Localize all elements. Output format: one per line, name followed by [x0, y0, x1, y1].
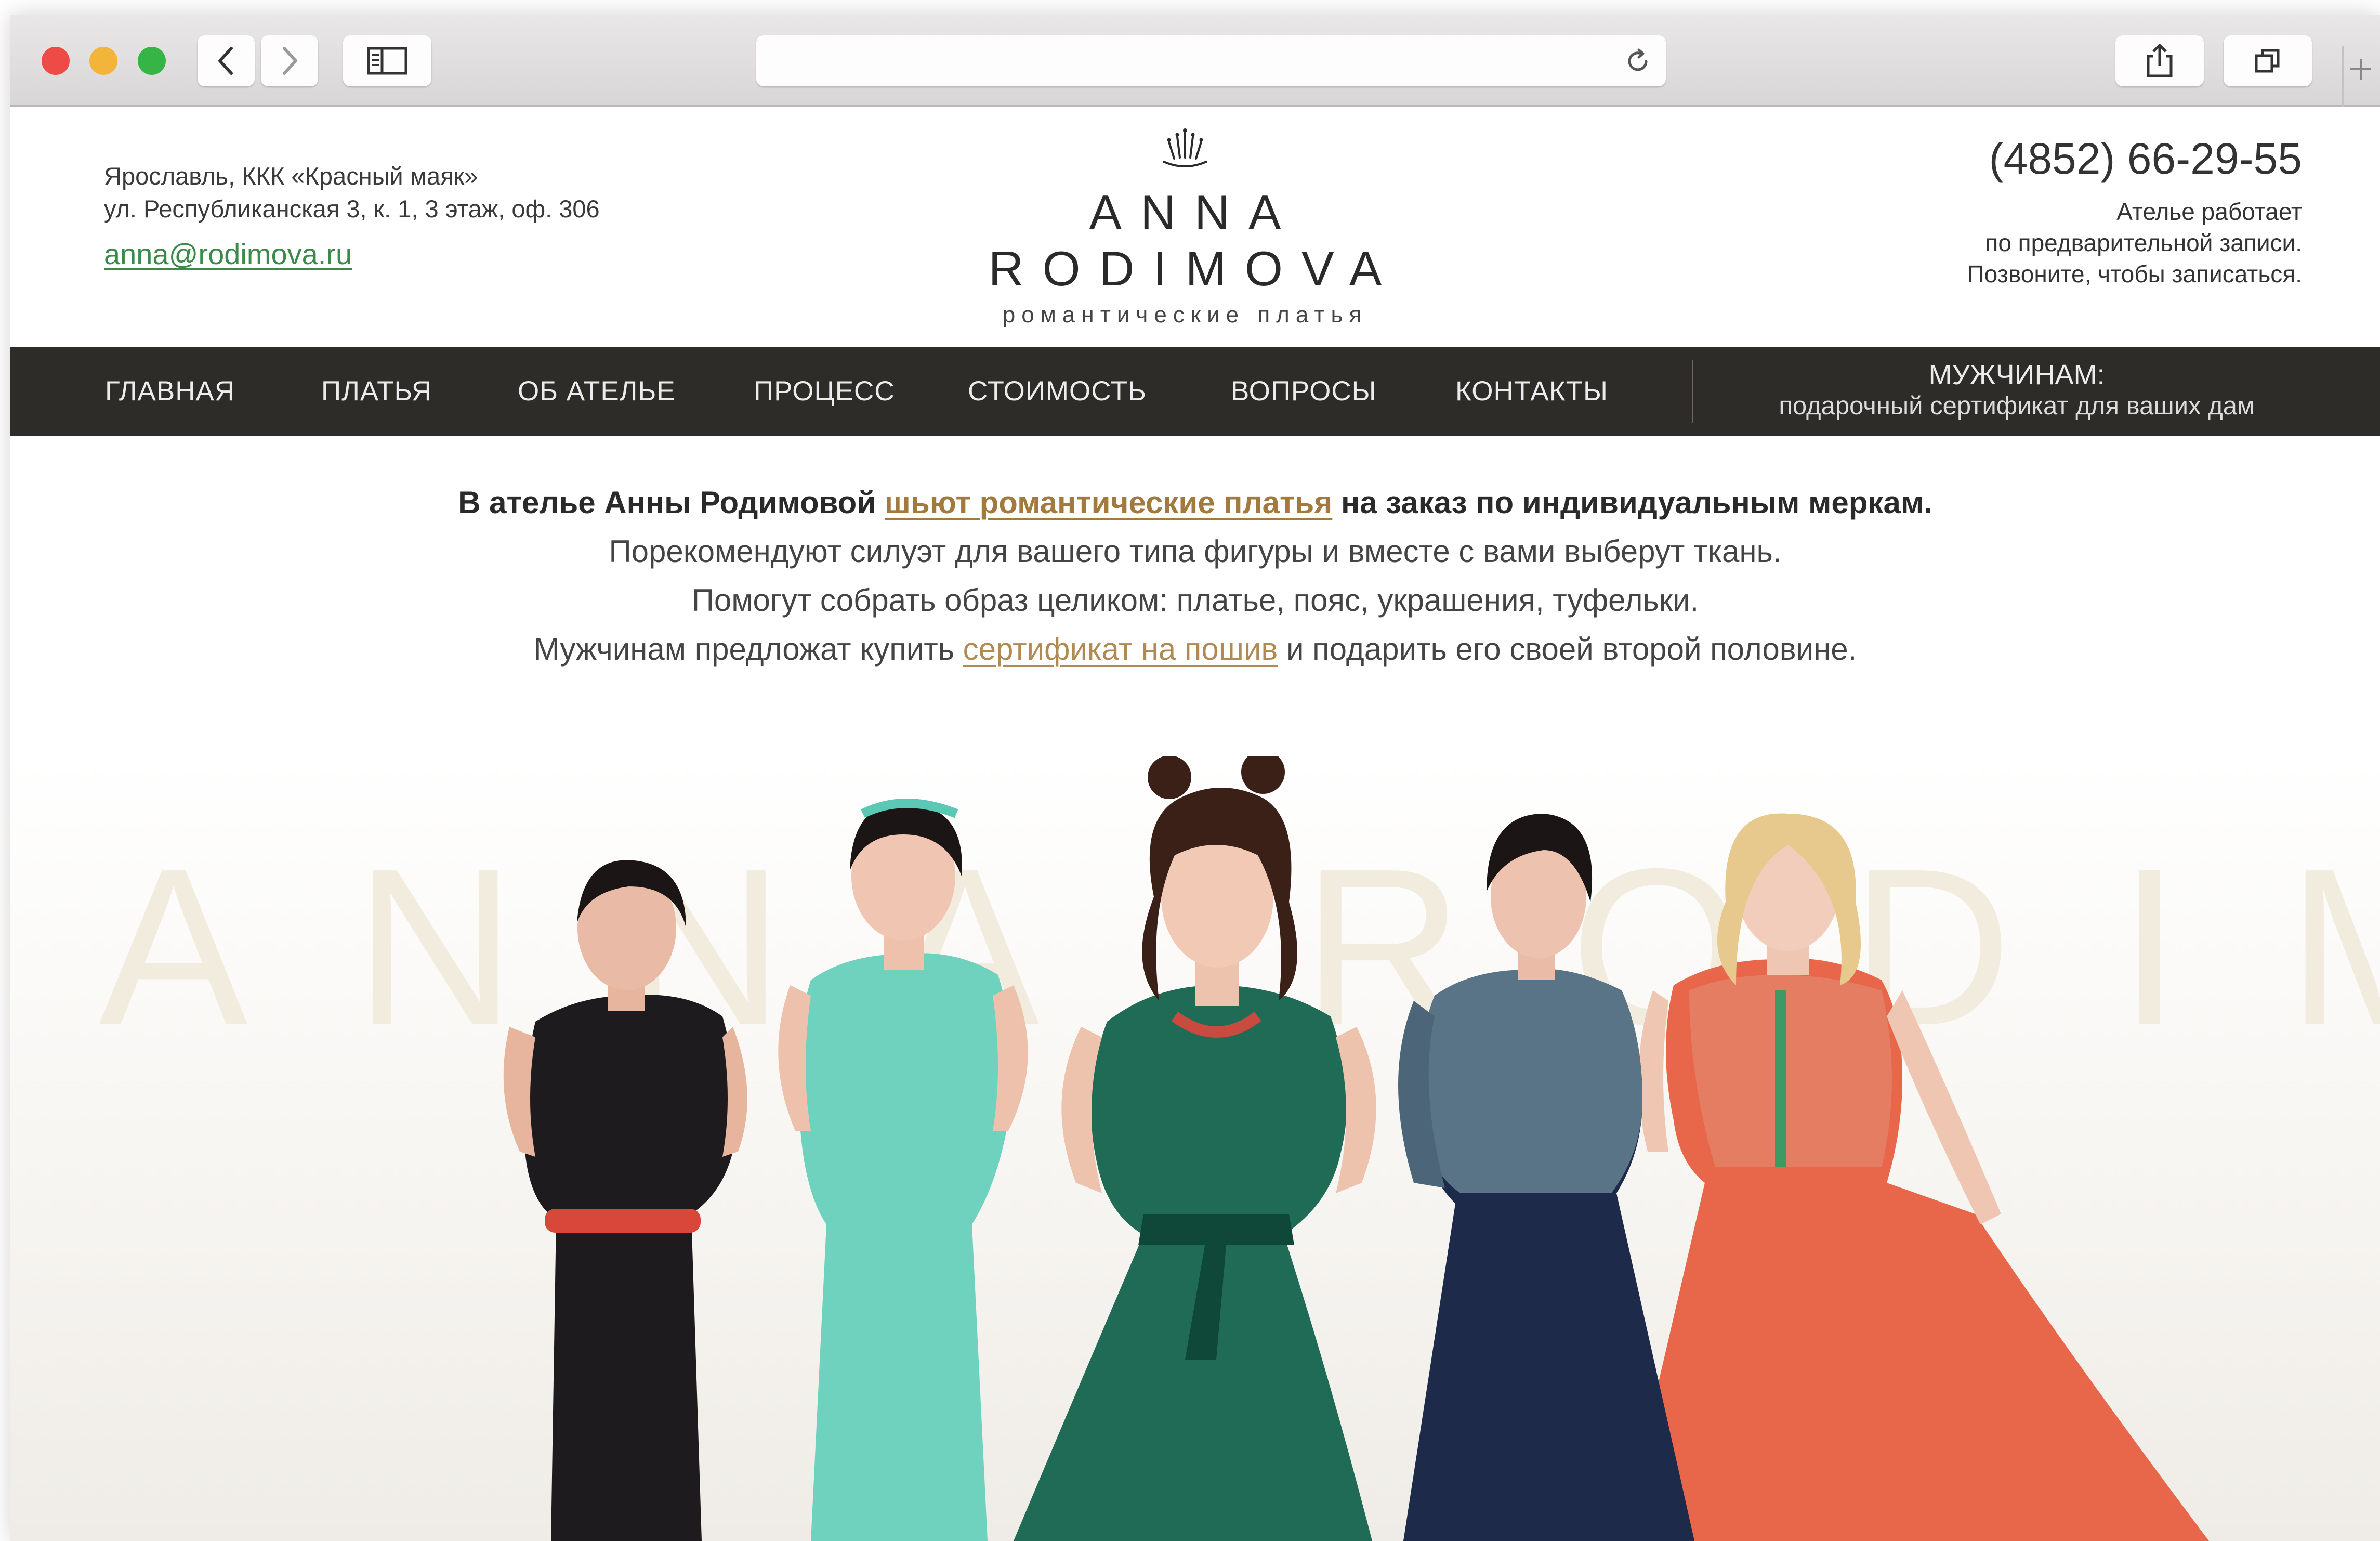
address-line-2: ул. Республиканская 3, к. 1, 3 этаж, оф.… — [104, 195, 600, 223]
hero-banner: ANNA RODIMOVA — [10, 756, 2380, 1541]
model-5 — [1622, 813, 2209, 1541]
nav-divider — [1692, 360, 1693, 423]
browser-window: Ярославль, ККК «Красный маяк» ул. Респуб… — [10, 15, 2380, 1541]
note-line-1: Ателье работает — [2116, 198, 2302, 225]
men-title: МУЖЧИНАМ: — [1928, 359, 2105, 390]
email-link[interactable]: anna@rodimova.ru — [104, 238, 352, 270]
note-line-2: по предварительной записи. — [1985, 229, 2302, 256]
share-button[interactable] — [2115, 35, 2204, 86]
sidebar-button[interactable] — [343, 35, 431, 86]
nav-item-contacts[interactable]: КОНТАКТЫ — [1455, 347, 1608, 436]
intro-text: В ателье Анны Родимовой шьют романтическ… — [10, 478, 2380, 674]
site-logo[interactable]: ANNA RODIMOVA романтические платья — [873, 127, 1497, 328]
sidebar-icon — [367, 47, 407, 75]
chevron-right-icon — [283, 47, 297, 75]
model-2 — [778, 799, 1028, 1541]
studio-address: Ярославль, ККК «Красный маяк» ул. Респуб… — [104, 160, 600, 272]
intro-line-1: В ателье Анны Родимовой шьют романтическ… — [10, 478, 2380, 527]
brand-name: ANNA RODIMOVA — [988, 185, 1401, 296]
model-3 — [1014, 756, 1376, 1541]
back-button[interactable] — [198, 35, 255, 86]
nav-item-process[interactable]: ПРОЦЕСС — [754, 347, 895, 436]
nav-item-about[interactable]: ОБ АТЕЛЬЕ — [518, 347, 676, 436]
men-subtitle: подарочный сертификат для ваших дам — [1779, 392, 2255, 420]
reload-icon[interactable] — [1624, 48, 1651, 75]
main-nav: ГЛАВНАЯ ПЛАТЬЯ ОБ АТЕЛЬЕ ПРОЦЕСС СТОИМОС… — [10, 347, 2380, 436]
brand-tagline: романтические платья — [1002, 302, 1368, 328]
crown-icon — [1163, 128, 1207, 167]
intro-line-4-end: и подарить его своей второй половине. — [1278, 632, 1857, 667]
intro-line-4: Мужчинам предложат купить сертификат на … — [10, 625, 2380, 674]
minimize-window-button[interactable] — [89, 47, 117, 75]
intro-line-1-start: В ателье Анны Родимовой — [458, 485, 885, 520]
nav-item-home[interactable]: ГЛАВНАЯ — [105, 347, 235, 436]
hero-photo — [503, 756, 2209, 1541]
zoom-window-button[interactable] — [138, 47, 166, 75]
tabs-icon — [2255, 49, 2280, 73]
phone-number[interactable]: (4852) 66-29-55 — [1967, 132, 2302, 186]
intro-line-1-end: на заказ по индивидуальным меркам. — [1332, 485, 1932, 520]
nav-item-dresses[interactable]: ПЛАТЬЯ — [321, 347, 432, 436]
address-line-1: Ярославль, ККК «Красный маяк» — [104, 162, 478, 190]
nav-item-faq[interactable]: ВОПРОСЫ — [1231, 347, 1377, 436]
close-window-button[interactable] — [42, 47, 70, 75]
intro-line-3: Помогут собрать образ целиком: платье, п… — [691, 583, 1699, 618]
model-4 — [1398, 814, 1694, 1541]
contact-block: (4852) 66-29-55 Ателье работает по предв… — [1967, 132, 2302, 290]
nav-item-pricing[interactable]: СТОИМОСТЬ — [968, 347, 1147, 436]
nav-item-men-gift[interactable]: МУЖЧИНАМ: подарочный сертификат для ваши… — [1710, 359, 2323, 422]
chevron-left-icon — [218, 47, 233, 75]
tabs-button[interactable] — [2224, 35, 2312, 86]
romantic-dresses-link[interactable]: шьют романтические платья — [885, 485, 1332, 520]
plus-icon — [2350, 59, 2371, 80]
forward-button[interactable] — [261, 35, 318, 86]
model-1 — [503, 860, 747, 1541]
share-icon — [2147, 44, 2173, 77]
browser-toolbar — [10, 15, 2380, 119]
address-bar[interactable] — [756, 35, 1666, 86]
intro-line-2: Порекомендуют силуэт для вашего типа фиг… — [609, 534, 1782, 569]
web-page: Ярославль, ККК «Красный маяк» ул. Респуб… — [10, 107, 2380, 1541]
certificate-link[interactable]: сертификат на пошив — [963, 632, 1278, 667]
appointment-note: Ателье работает по предварительной запис… — [1967, 196, 2302, 290]
note-line-3: Позвоните, чтобы записаться. — [1967, 260, 2302, 288]
intro-line-4-start: Мужчинам предложат купить — [533, 632, 963, 667]
